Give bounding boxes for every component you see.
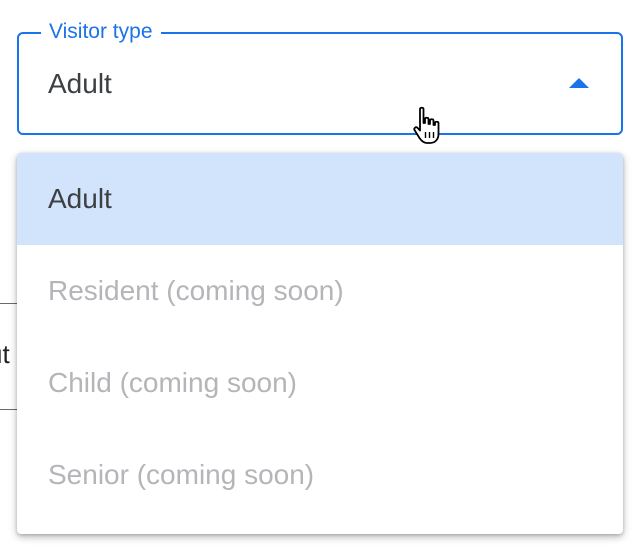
menu-item-resident: Resident (coming soon) [48,275,344,306]
field-label: Visitor type [41,18,161,46]
dropdown-menu: Adult Resident (coming soon) Child (comi… [17,153,623,534]
selected-value: Adult [48,68,112,99]
arrow-up-icon[interactable] [569,78,589,88]
menu-item-child: Child (coming soon) [48,367,297,398]
screen: ut Visitor type Adult Adult Resident (co… [0,0,640,558]
menu-item-senior: Senior (coming soon) [48,459,315,490]
visitor-type-select[interactable]: Visitor type Adult [17,18,623,135]
background-partial-text: ut [0,339,10,369]
menu-item-adult[interactable]: Adult [17,153,623,245]
